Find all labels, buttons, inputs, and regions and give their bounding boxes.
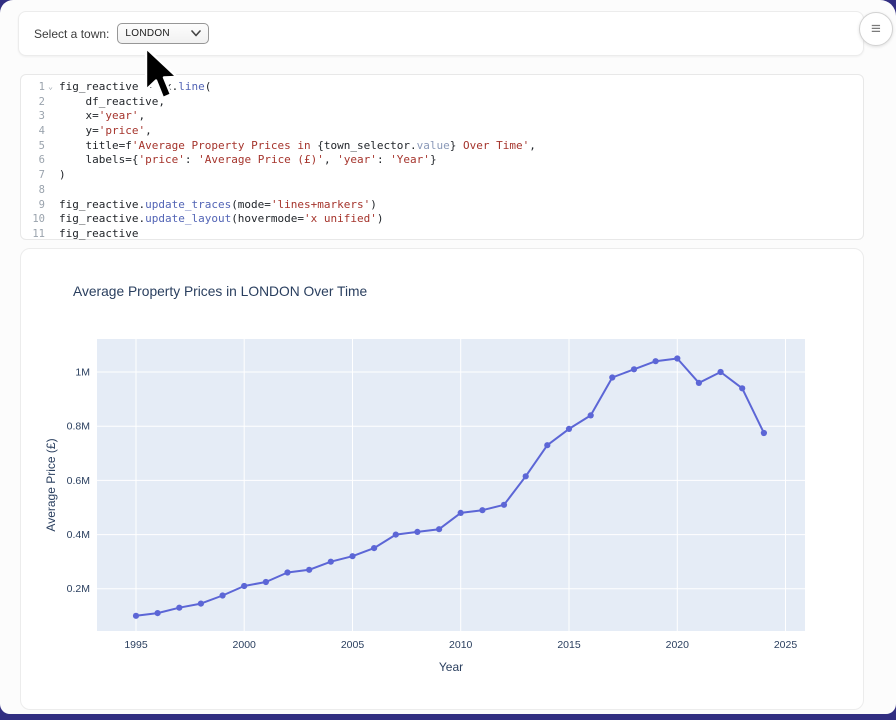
town-select-value: LONDON (125, 28, 170, 39)
code-line[interactable]: 2 df_reactive, (21, 95, 863, 110)
line-number: 6 (21, 153, 45, 168)
gutter-spacer (45, 183, 56, 198)
code-text: y='price', (56, 124, 152, 139)
code-text: ) (56, 168, 66, 183)
hamburger-icon: ≡ (871, 20, 881, 37)
svg-text:Average Property Prices in LON: Average Property Prices in LONDON Over T… (73, 284, 368, 299)
code-text (56, 183, 59, 198)
svg-text:0.2M: 0.2M (67, 583, 90, 595)
code-line[interactable]: 5 title=f'Average Property Prices in {to… (21, 139, 863, 154)
svg-text:2015: 2015 (557, 639, 581, 651)
code-line[interactable]: 4 y='price', (21, 124, 863, 139)
line-number: 2 (21, 95, 45, 110)
code-cell[interactable]: 1⌄fig_reactive = px.line(2 df_reactive,3… (20, 74, 864, 240)
line-number: 1 (21, 80, 45, 95)
svg-text:Average Price (£): Average Price (£) (44, 438, 58, 531)
code-editor[interactable]: 1⌄fig_reactive = px.line(2 df_reactive,3… (21, 80, 863, 242)
gutter-spacer (45, 227, 56, 242)
chevron-down-icon (191, 30, 201, 37)
svg-text:2000: 2000 (233, 639, 257, 651)
code-line[interactable]: 9 fig_reactive.update_traces(mode='lines+… (21, 198, 863, 213)
gutter-spacer (45, 124, 56, 139)
code-text: fig_reactive.update_layout(hovermode='x … (56, 212, 384, 227)
gutter-spacer (45, 153, 56, 168)
code-text: labels={'price': 'Average Price (£)', 'y… (56, 153, 437, 168)
gutter-spacer (45, 95, 56, 110)
svg-text:1995: 1995 (124, 639, 148, 651)
line-number: 7 (21, 168, 45, 183)
menu-button[interactable]: ≡ (859, 12, 893, 46)
code-text: title=f'Average Property Prices in {town… (56, 139, 536, 154)
code-line[interactable]: 11 fig_reactive (21, 227, 863, 242)
code-text: fig_reactive = px.line( (56, 80, 211, 95)
line-number: 11 (21, 227, 45, 242)
chart-output-card: Average Property Prices in LONDON Over T… (20, 248, 864, 710)
code-text: fig_reactive (56, 227, 138, 242)
svg-text:2010: 2010 (449, 639, 473, 651)
notebook-page: Select a town: LONDON ≡ 1⌄fig_reactive =… (0, 0, 896, 714)
svg-text:2005: 2005 (341, 639, 365, 651)
code-line[interactable]: 6 labels={'price': 'Average Price (£)', … (21, 153, 863, 168)
code-line[interactable]: 1⌄fig_reactive = px.line( (21, 80, 863, 95)
line-number: 9 (21, 198, 45, 213)
code-line[interactable]: 7) (21, 168, 863, 183)
code-text: x='year', (56, 109, 145, 124)
gutter-spacer (45, 139, 56, 154)
line-number: 10 (21, 212, 45, 227)
price-chart[interactable]: Average Property Prices in LONDON Over T… (21, 249, 863, 709)
gutter-spacer (45, 198, 56, 213)
line-number: 8 (21, 183, 45, 198)
town-selector-card: Select a town: LONDON (18, 11, 864, 56)
code-text: fig_reactive.update_traces(mode='lines+m… (56, 198, 377, 213)
line-number: 5 (21, 139, 45, 154)
code-text: df_reactive, (56, 95, 165, 110)
code-line[interactable]: 3 x='year', (21, 109, 863, 124)
code-line[interactable]: 10 fig_reactive.update_layout(hovermode='… (21, 212, 863, 227)
gutter-spacer (45, 168, 56, 183)
svg-text:Year: Year (439, 660, 463, 674)
line-number: 3 (21, 109, 45, 124)
line-number: 4 (21, 124, 45, 139)
gutter-spacer (45, 212, 56, 227)
town-select[interactable]: LONDON (117, 23, 209, 44)
gutter-spacer (45, 109, 56, 124)
town-selector-label: Select a town: (34, 27, 109, 41)
fold-arrow-icon[interactable]: ⌄ (45, 80, 56, 95)
code-line[interactable]: 8 (21, 183, 863, 198)
svg-text:0.4M: 0.4M (67, 529, 90, 541)
svg-text:2020: 2020 (666, 639, 690, 651)
svg-text:0.8M: 0.8M (67, 421, 90, 433)
svg-text:0.6M: 0.6M (67, 475, 90, 487)
svg-text:2025: 2025 (774, 639, 798, 651)
svg-text:1M: 1M (75, 367, 90, 379)
